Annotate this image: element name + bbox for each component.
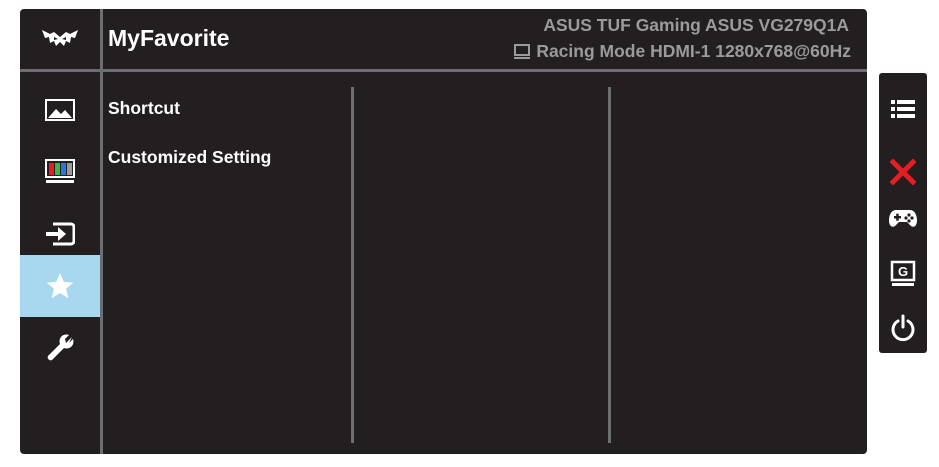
star-icon	[46, 273, 74, 299]
gameplus-key[interactable]: G	[879, 254, 927, 294]
power-icon	[891, 314, 915, 342]
menu-item-customized-setting[interactable]: Customized Setting	[108, 147, 271, 168]
close-key[interactable]	[879, 152, 927, 192]
input-select-icon	[46, 222, 75, 246]
control-key-bar: G	[879, 73, 927, 353]
tuf-logo-icon	[42, 30, 78, 46]
sidebar-item-color[interactable]	[20, 141, 100, 203]
header-divider	[20, 69, 867, 72]
menu-key[interactable]	[879, 89, 927, 129]
svg-text:G: G	[898, 264, 908, 279]
sidebar-item-system-setup[interactable]	[20, 317, 100, 379]
image-icon	[45, 99, 75, 121]
sidebar-item-myfavorite[interactable]	[20, 255, 100, 317]
page-title: MyFavorite	[108, 25, 230, 51]
model-name: ASUS TUF Gaming ASUS VG279Q1A	[543, 15, 849, 35]
status-text: Racing Mode HDMI-1 1280x768@60Hz	[536, 41, 851, 61]
tuf-logo	[20, 9, 100, 69]
color-bars-icon	[45, 159, 75, 183]
gamepad-icon	[889, 210, 917, 227]
close-icon	[890, 159, 916, 185]
osd-menu: MyFavorite ASUS TUF Gaming ASUS VG279Q1A…	[20, 9, 867, 454]
gameplus-icon: G	[890, 260, 916, 286]
column-divider	[608, 87, 611, 443]
menu-item-shortcut[interactable]: Shortcut	[108, 98, 180, 119]
power-key[interactable]	[879, 308, 927, 348]
column-divider	[351, 87, 354, 443]
status-line: Racing Mode HDMI-1 1280x768@60Hz	[513, 41, 851, 62]
monitor-icon	[514, 43, 531, 59]
wrench-icon	[47, 334, 74, 361]
sidebar-divider	[100, 9, 103, 454]
sidebar-item-image[interactable]	[20, 79, 100, 141]
menu-list-icon	[891, 100, 915, 118]
gamevisual-key[interactable]	[879, 199, 927, 239]
